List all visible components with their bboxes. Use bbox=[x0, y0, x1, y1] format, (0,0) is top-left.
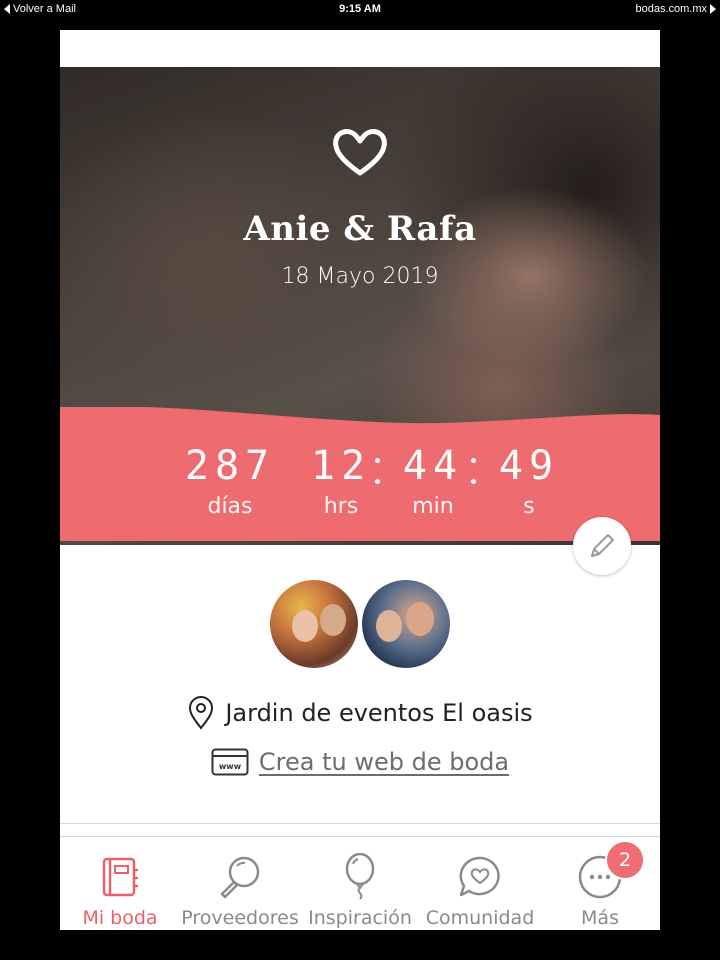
countdown-seconds: 49 s bbox=[486, 446, 572, 519]
tab-label: Proveedores bbox=[181, 907, 299, 929]
location-pin-icon bbox=[189, 696, 214, 730]
bottom-tab-bar: Mi boda Proveedores Inspiración Comunida… bbox=[60, 836, 660, 930]
tab-label: Más bbox=[581, 907, 619, 929]
divider bbox=[60, 823, 660, 824]
create-website-row[interactable]: www Crea tu web de boda bbox=[60, 748, 660, 776]
tab-mas[interactable]: Más 2 bbox=[540, 837, 660, 930]
notification-badge: 2 bbox=[605, 840, 645, 880]
pencil-icon bbox=[591, 534, 614, 557]
countdown-minutes-value: 44 bbox=[402, 443, 464, 489]
tab-label: Inspiración bbox=[308, 907, 412, 929]
browser-www-icon: www bbox=[211, 748, 249, 776]
couple-name: Anie & Rafa bbox=[243, 209, 477, 249]
edit-button[interactable] bbox=[573, 517, 631, 575]
venue-name: Jardin de eventos El oasis bbox=[225, 699, 533, 727]
forward-arrow-icon bbox=[710, 4, 716, 14]
heart-icon bbox=[333, 129, 387, 176]
avatar[interactable] bbox=[359, 577, 453, 671]
status-bar: Volver a Mail 9:15 AM bodas.com.mx bbox=[0, 0, 720, 20]
countdown-minutes-label: min bbox=[412, 494, 454, 519]
avatar[interactable] bbox=[267, 577, 361, 671]
countdown-separator bbox=[471, 458, 477, 488]
balloon-icon bbox=[345, 853, 375, 900]
status-url[interactable]: bodas.com.mx bbox=[635, 3, 716, 15]
countdown-hours-value: 12 bbox=[310, 443, 372, 489]
countdown-hours: 12 hrs bbox=[298, 446, 384, 519]
notebook-icon bbox=[102, 857, 138, 897]
countdown-days: 287 días bbox=[168, 446, 292, 519]
status-time: 9:15 AM bbox=[339, 3, 381, 15]
tab-label: Mi boda bbox=[82, 907, 158, 929]
tab-comunidad[interactable]: Comunidad bbox=[420, 837, 540, 930]
tab-inspiracion[interactable]: Inspiración bbox=[300, 837, 420, 930]
create-website-link[interactable]: Crea tu web de boda bbox=[259, 748, 509, 776]
couple-avatars bbox=[267, 577, 457, 673]
url-label: bodas.com.mx bbox=[635, 3, 707, 15]
countdown-days-value: 287 bbox=[184, 443, 276, 489]
tab-proveedores[interactable]: Proveedores bbox=[180, 837, 300, 930]
countdown-seconds-value: 49 bbox=[498, 443, 560, 489]
countdown-minutes: 44 min bbox=[390, 446, 476, 519]
tab-mi-boda[interactable]: Mi boda bbox=[60, 837, 180, 930]
tab-label: Comunidad bbox=[425, 907, 535, 929]
countdown-days-label: días bbox=[207, 494, 253, 519]
app-screen: Anie & Rafa 18 Mayo 2019 287 días 12 hrs… bbox=[60, 30, 660, 930]
countdown-seconds-label: s bbox=[523, 494, 535, 519]
countdown-hours-label: hrs bbox=[323, 494, 359, 519]
venue-row[interactable]: Jardin de eventos El oasis bbox=[60, 696, 660, 730]
wedding-date: 18 Mayo 2019 bbox=[281, 264, 439, 289]
svg-text:www: www bbox=[219, 762, 242, 771]
magnifier-icon bbox=[220, 856, 260, 899]
chat-heart-icon bbox=[459, 856, 500, 897]
countdown-separator bbox=[375, 458, 381, 488]
